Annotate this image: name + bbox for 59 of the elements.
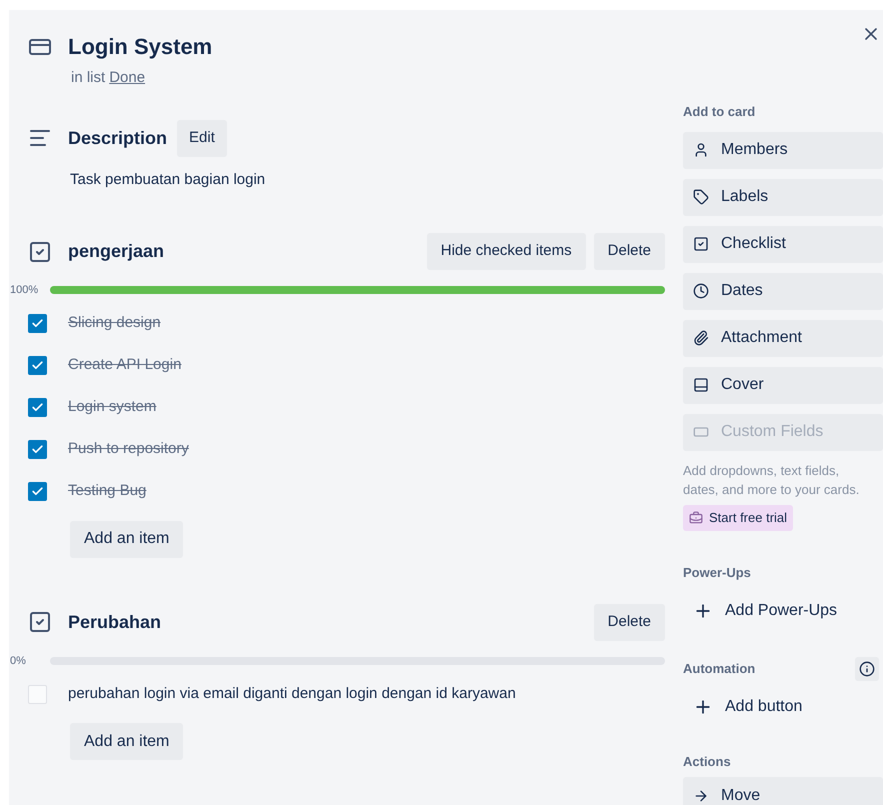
checklist-title: Perubahan <box>68 610 162 634</box>
person-icon <box>693 142 709 158</box>
checkbox[interactable] <box>28 440 47 459</box>
delete-button[interactable]: Delete <box>594 604 665 640</box>
checkbox[interactable] <box>28 482 47 501</box>
arrow-right-icon <box>693 788 709 804</box>
info-icon <box>859 660 875 677</box>
sidebar-heading: Add to card <box>683 103 756 121</box>
checkbox[interactable] <box>28 314 47 333</box>
checklist-item: Login system <box>68 397 156 418</box>
checklist-item: Push to repository <box>68 439 189 460</box>
checkbox-icon <box>693 236 709 252</box>
sidebar-button[interactable]: Add Power-Ups <box>683 592 883 629</box>
sidebar-button[interactable]: Checklist <box>683 226 883 262</box>
checklist-icon <box>28 610 52 634</box>
add-item-button[interactable]: Add an item <box>70 520 184 558</box>
checkbox[interactable] <box>28 684 47 704</box>
sidebar-button[interactable]: Move <box>683 777 883 805</box>
checklist-item: Slicing design <box>68 313 161 334</box>
sidebar-button[interactable]: Add button <box>683 688 883 726</box>
sidebar-button[interactable]: Members <box>683 132 883 168</box>
briefcase-icon <box>689 510 703 524</box>
check-icon <box>31 443 44 456</box>
cover-icon <box>693 377 709 393</box>
tag-icon <box>693 189 709 205</box>
check-icon <box>31 485 44 498</box>
checkbox[interactable] <box>28 398 47 417</box>
progress-percent: 0% <box>10 654 27 668</box>
sidebar-button[interactable]: Labels <box>683 178 883 216</box>
progress-percent: 100% <box>10 283 40 298</box>
clock-icon <box>693 283 709 299</box>
description-text: Task pembuatan bagian login <box>69 170 266 190</box>
info-button[interactable] <box>855 656 879 681</box>
sidebar-heading: Power-Ups <box>683 564 751 582</box>
sidebar-button[interactable]: Cover <box>683 366 883 404</box>
checklist-title: pengerjaan <box>68 240 166 263</box>
paperclip-icon <box>693 330 709 346</box>
add-item-button[interactable]: Add an item <box>70 723 184 760</box>
checklist-item: Testing Bug <box>68 481 146 502</box>
section-heading: Description <box>68 126 168 150</box>
list-link[interactable]: Done <box>109 67 146 90</box>
sidebar-button[interactable]: Dates <box>683 272 883 310</box>
check-icon <box>31 359 44 372</box>
upsell-note: Add dropdowns, text fields, dates, and more to your cards. <box>683 462 860 498</box>
checklist-icon <box>28 240 52 264</box>
check-icon <box>31 317 44 330</box>
sidebar-heading: Automation <box>683 660 756 678</box>
list-caption: in list <box>71 68 106 88</box>
sidebar-button[interactable]: Attachment <box>683 320 883 356</box>
checkbox[interactable] <box>28 356 47 375</box>
checklist-item: perubahan login via email diganti dengan login dengan id karyawan <box>68 684 516 704</box>
checklist-item: Create API Login <box>68 355 182 376</box>
edit-button[interactable]: Edit <box>177 120 227 156</box>
card-title: Login System <box>68 33 212 61</box>
trial-button[interactable]: Start free trial <box>683 504 794 530</box>
delete-button[interactable]: Delete <box>594 233 665 270</box>
check-icon <box>31 401 44 414</box>
hide-checked-button[interactable]: Hide checked items <box>426 233 586 270</box>
sidebar-heading: Actions <box>683 752 731 770</box>
